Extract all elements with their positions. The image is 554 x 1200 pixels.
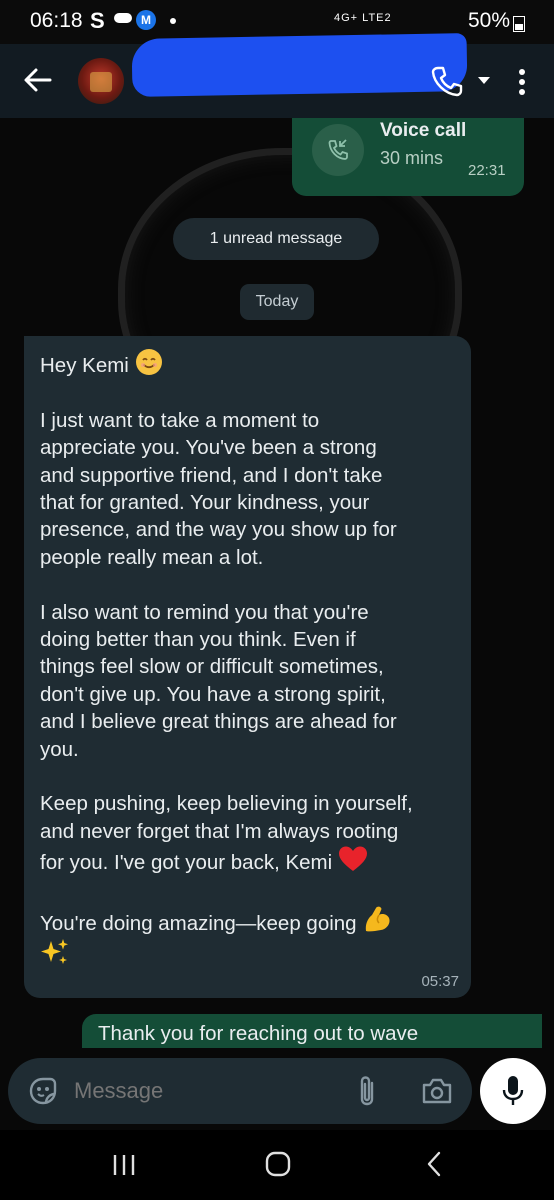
battery-percentage: 50%: [468, 9, 511, 32]
home-icon[interactable]: [264, 1150, 292, 1178]
message-line: I also want to remind you that you're: [40, 600, 369, 624]
message-composer: [0, 1048, 554, 1130]
message-line: and I believe great things are ahead for: [40, 710, 397, 734]
paperclip-icon[interactable]: [354, 1073, 380, 1109]
voice-call-duration: 30 mins: [380, 148, 444, 168]
chevron-down-icon[interactable]: [476, 72, 492, 88]
message-timestamp: 05:37: [421, 973, 459, 990]
message-line: people really mean a lot.: [40, 545, 264, 569]
microphone-icon: [502, 1076, 524, 1105]
message-line: appreciate you. You've been a strong: [40, 436, 377, 460]
message-input-container[interactable]: [8, 1058, 472, 1124]
message-line: and never forget that I'm always rooting: [40, 819, 399, 843]
date-divider: Today: [240, 284, 314, 320]
camera-icon[interactable]: [420, 1074, 454, 1108]
contact-name-redaction: [131, 33, 468, 97]
flexed-biceps-emoji-icon: [366, 906, 390, 932]
message-line: don't give up. You have a strong spirit,: [40, 682, 386, 706]
voice-call-icon-circle: [312, 124, 364, 176]
voice-record-button[interactable]: [480, 1058, 546, 1124]
sticker-icon[interactable]: [26, 1074, 60, 1108]
system-navigation-bar: [0, 1130, 554, 1200]
message-line: Hey Kemi: [40, 354, 129, 377]
network-icons: 4G+ LTE2: [334, 12, 392, 24]
unread-messages-banner: 1 unread message: [173, 218, 379, 260]
message-line: You're doing amazing—keep going: [40, 912, 357, 936]
incoming-message-bubble[interactable]: Hey Kemi I just want to take a moment to…: [24, 336, 471, 998]
message-line: that for granted. Your kindness, your: [40, 491, 370, 515]
message-line: and supportive friend, and I don't take: [40, 463, 383, 487]
contact-avatar[interactable]: [78, 58, 124, 104]
phone-icon[interactable]: [430, 64, 464, 98]
message-line: things feel slow or difficult sometimes,: [40, 655, 384, 679]
incoming-call-icon: [328, 139, 348, 160]
outgoing-message-text: Thank you for reaching out to wave: [98, 1022, 419, 1045]
s-notification-icon: S: [90, 8, 105, 33]
sparkles-emoji-icon: [41, 939, 68, 965]
notification-dot-icon: [170, 18, 176, 24]
chat-header: [0, 33, 554, 118]
status-time: 06:18: [30, 9, 83, 32]
chat-area[interactable]: Voice call 30 mins 22:31 1 unread messag…: [0, 118, 554, 1130]
battery-icon: [513, 16, 525, 32]
message-line: you.: [40, 737, 79, 761]
smiling-face-emoji-icon: [135, 349, 162, 375]
message-body: Hey Kemi I just want to take a moment to…: [40, 348, 464, 971]
message-input[interactable]: [74, 1058, 334, 1124]
message-line: I just want to take a moment to: [40, 408, 320, 432]
arrow-left-icon[interactable]: [20, 62, 56, 98]
red-heart-emoji-icon: [338, 846, 367, 872]
voice-call-log-bubble[interactable]: Voice call 30 mins 22:31: [292, 118, 524, 196]
message-line: for you. I've got your back, Kemi: [40, 851, 333, 875]
message-line: doing better than you think. Even if: [40, 628, 356, 652]
more-vert-icon[interactable]: [512, 66, 532, 98]
m-app-icon: M: [136, 10, 156, 30]
recents-icon[interactable]: [110, 1152, 138, 1178]
cloud-icon: [114, 13, 132, 23]
message-line: presence, and the way you show up for: [40, 518, 397, 542]
nav-back-icon[interactable]: [424, 1150, 444, 1178]
message-line: Keep pushing, keep believing in yourself…: [40, 792, 413, 816]
voice-call-time: 22:31: [468, 162, 506, 179]
voice-call-title: Voice call: [380, 120, 467, 141]
